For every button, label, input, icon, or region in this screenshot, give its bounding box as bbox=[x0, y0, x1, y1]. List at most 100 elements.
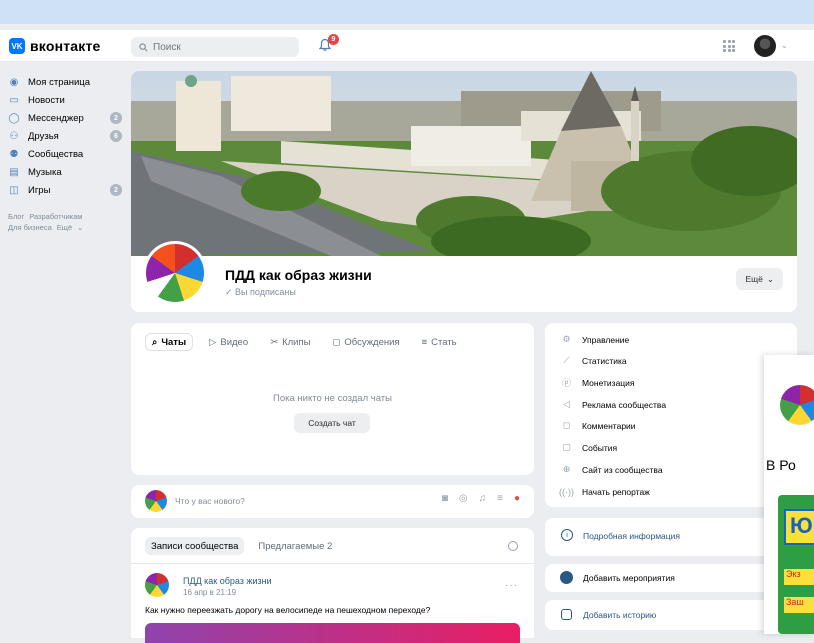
detailed-info-card[interactable]: i Подробная информация bbox=[545, 518, 797, 556]
camera-icon[interactable]: ◙ bbox=[442, 493, 448, 504]
more-button[interactable]: Ещё ⌄ bbox=[736, 268, 783, 290]
wall-search-icon[interactable] bbox=[508, 541, 518, 551]
menu-label: События bbox=[582, 442, 618, 453]
check-icon: ✓ bbox=[225, 287, 236, 297]
divider bbox=[131, 563, 534, 564]
group-avatar[interactable] bbox=[143, 241, 207, 305]
video-camera-icon[interactable]: ◎ bbox=[459, 493, 468, 504]
create-chat-button[interactable]: Создать чат bbox=[294, 413, 370, 433]
overlay-button-2[interactable]: Заш bbox=[784, 597, 814, 613]
search-box[interactable] bbox=[131, 37, 299, 57]
sidebar-count-badge: 2 bbox=[110, 112, 122, 124]
tab-discussions[interactable]: ◻ Обсуждения bbox=[326, 333, 405, 351]
composer-placeholder[interactable]: Что у вас нового? bbox=[175, 496, 245, 506]
overlay-button-1[interactable]: Экз bbox=[784, 569, 814, 585]
sidebar-item-news[interactable]: ▭ Новости bbox=[8, 91, 126, 109]
menu-item-comments[interactable]: ◻ Комментарии bbox=[561, 420, 636, 431]
apps-grid-icon[interactable] bbox=[723, 40, 735, 52]
sidebar-item-my-page[interactable]: ◉ Моя страница bbox=[8, 73, 126, 91]
community-icon: ⚉ bbox=[9, 148, 19, 160]
footer-link-business[interactable]: Для бизнеса bbox=[8, 223, 52, 232]
more-label: Ещё bbox=[745, 274, 763, 284]
sidebar-item-label: Новости bbox=[28, 94, 65, 106]
post-author-avatar[interactable] bbox=[145, 573, 169, 597]
menu-item-monetization[interactable]: ⓟ Монетизация bbox=[561, 377, 635, 389]
browser-top-strip bbox=[0, 0, 814, 24]
group-title: ПДД как образ жизни bbox=[225, 267, 372, 283]
menu-item-manage[interactable]: ⚙ Управление bbox=[561, 334, 629, 345]
user-avatar[interactable] bbox=[754, 35, 776, 57]
menu-item-events[interactable]: ▢ События bbox=[561, 442, 617, 453]
broadcast-icon: ((·)) bbox=[559, 486, 574, 497]
sidebar-item-communities[interactable]: ⚉ Сообщества bbox=[8, 145, 126, 163]
video-icon: ▷ bbox=[209, 336, 217, 348]
music-note-icon[interactable]: ♫ bbox=[479, 493, 487, 504]
menu-item-statistics[interactable]: ⟋ Статистика bbox=[561, 355, 627, 366]
menu-label: Статистика bbox=[582, 355, 627, 366]
sidebar-count-badge: 6 bbox=[110, 130, 122, 142]
user-icon: ◉ bbox=[9, 76, 19, 88]
tab-label: Клипы bbox=[282, 336, 311, 348]
tab-articles[interactable]: ≡ Стать bbox=[416, 333, 463, 351]
menu-item-broadcast[interactable]: ((·)) Начать репортаж bbox=[559, 486, 650, 497]
color-circle-icon[interactable]: ● bbox=[514, 493, 520, 504]
group-cover-image bbox=[131, 71, 797, 256]
detailed-info-link[interactable]: Подробная информация bbox=[583, 531, 680, 541]
empty-state-text: Пока никто не создал чаты bbox=[273, 393, 392, 404]
tab-clips[interactable]: ✂ Клипы bbox=[264, 333, 316, 351]
list-icon[interactable]: ≡ bbox=[497, 493, 503, 504]
post-date[interactable]: 16 апр в 21:19 bbox=[183, 588, 236, 597]
sidebar-item-label: Игры bbox=[28, 184, 51, 196]
subscription-status[interactable]: ✓ Вы подписаны bbox=[225, 287, 296, 298]
menu-item-ads[interactable]: ◁ Реклама сообщества bbox=[561, 399, 666, 410]
overlay-text: В Ро bbox=[766, 457, 796, 473]
menu-label: Управление bbox=[582, 334, 630, 345]
tab-community-posts[interactable]: Записи сообщества bbox=[145, 537, 245, 555]
tab-label: Видео bbox=[220, 336, 249, 348]
menu-item-website[interactable]: ⊕ Сайт из сообщества bbox=[561, 464, 663, 475]
menu-label: Монетизация bbox=[582, 377, 635, 388]
vk-logo[interactable]: VK вконтакте bbox=[9, 38, 101, 54]
sidebar-item-friends[interactable]: ⚇ Друзья 6 bbox=[8, 127, 126, 145]
chevron-down-icon[interactable]: ⌄ bbox=[781, 41, 788, 50]
post-media-banner[interactable] bbox=[145, 623, 520, 643]
tab-video[interactable]: ▷ Видео bbox=[203, 333, 254, 351]
sidebar-footer: Блог Разработчикам Для бизнеса Ещё ⌄ bbox=[8, 212, 84, 232]
top-header: VK вконтакте 9 ⌄ bbox=[0, 30, 814, 62]
music-icon: ▤ bbox=[9, 166, 19, 178]
sidebar-item-label: Моя страница bbox=[28, 76, 91, 88]
composer-avatar bbox=[145, 490, 167, 512]
footer-link-blog[interactable]: Блог bbox=[8, 212, 24, 221]
chat-icon: ◯ bbox=[8, 112, 20, 124]
post-author-name[interactable]: ПДД как образ жизни bbox=[183, 576, 272, 586]
gear-icon: ⚙ bbox=[562, 334, 571, 344]
gamepad-icon: ◫ bbox=[9, 184, 19, 196]
calendar-icon: ▢ bbox=[562, 442, 571, 452]
info-icon: i bbox=[561, 529, 573, 541]
footer-link-more[interactable]: Ещё bbox=[57, 223, 72, 232]
content-tabs-card: ⌕ Чаты ▷ Видео ✂ Клипы ◻ Обсуждения ≡ Стать П… bbox=[131, 323, 534, 475]
sidebar-item-games[interactable]: ◫ Игры 2 bbox=[8, 181, 126, 199]
add-event-link[interactable]: Добавить мероприятия bbox=[583, 573, 675, 583]
post-composer[interactable]: Что у вас нового? ◙ ◎ ♫ ≡ ● bbox=[131, 485, 534, 518]
add-event-card[interactable]: Добавить мероприятия bbox=[545, 564, 797, 592]
tab-chats[interactable]: ⌕ Чаты bbox=[145, 333, 194, 351]
sidebar-item-messenger[interactable]: ◯ Мессенджер 2 bbox=[8, 109, 126, 127]
wall-tabs: Записи сообщества Предлагаемые 2 bbox=[145, 537, 338, 555]
wall-card: Записи сообщества Предлагаемые 2 ПДД как… bbox=[131, 528, 534, 643]
tab-label: Обсуждения bbox=[344, 336, 400, 348]
overlay-popup-window[interactable]: В Ро Ю Экз Заш bbox=[764, 355, 814, 634]
footer-link-developers[interactable]: Разработчикам bbox=[29, 212, 82, 221]
tab-suggested-posts[interactable]: Предлагаемые 2 bbox=[252, 537, 338, 555]
group-header-card: ПДД как образ жизни ✓ Вы подписаны Ещё ⌄ bbox=[131, 71, 797, 312]
sidebar-item-label: Мессенджер bbox=[28, 112, 84, 124]
post-menu-icon[interactable]: ··· bbox=[505, 580, 518, 591]
friends-icon: ⚇ bbox=[9, 130, 19, 142]
tab-label: Чаты bbox=[161, 336, 187, 348]
add-story-link[interactable]: Добавить историю bbox=[583, 610, 656, 620]
add-story-card[interactable]: Добавить историю bbox=[545, 600, 797, 630]
search-input[interactable] bbox=[153, 41, 293, 53]
sidebar-item-music[interactable]: ▤ Музыка bbox=[8, 163, 126, 181]
tab-label: Стать bbox=[431, 336, 457, 348]
sidebar-item-label: Сообщества bbox=[28, 148, 84, 160]
